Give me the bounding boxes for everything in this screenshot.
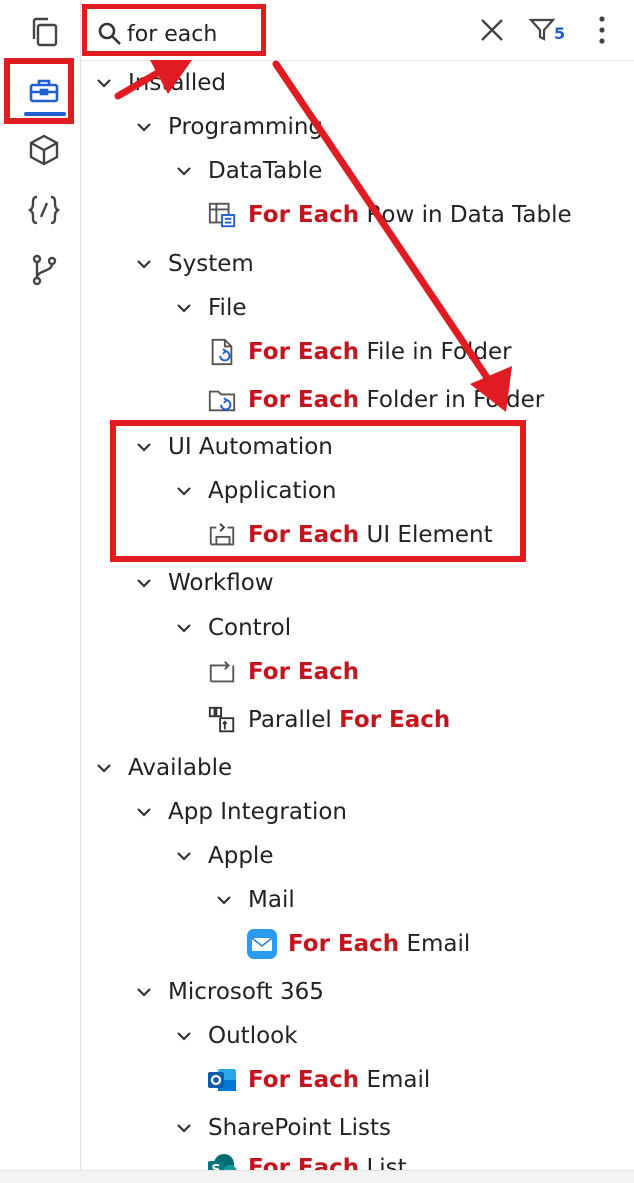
tree-node-control[interactable]: Control <box>174 608 291 648</box>
chevron-down-icon <box>94 758 114 778</box>
active-indicator <box>24 112 66 116</box>
tree-label: Mail <box>248 887 295 913</box>
activity-for-each-sharepoint-list[interactable]: S For Each List <box>206 1148 407 1170</box>
match-highlight: For Each <box>248 659 360 685</box>
sharepoint-icon: S <box>206 1152 238 1170</box>
activity-parallel-for-each[interactable]: Parallel For Each <box>206 700 450 740</box>
activity-for-each-outlook-email[interactable]: For Each Email <box>206 1060 430 1100</box>
tree-node-outlook[interactable]: Outlook <box>174 1016 298 1056</box>
tree-node-microsoft-365[interactable]: Microsoft 365 <box>134 972 324 1012</box>
tree-node-file[interactable]: File <box>174 288 247 328</box>
chevron-down-icon <box>174 846 194 866</box>
search-icon <box>98 22 121 45</box>
outlook-icon <box>206 1064 238 1096</box>
clear-search-button[interactable] <box>474 12 510 48</box>
activity-label: List <box>359 1155 407 1170</box>
activity-label: Row in Data Table <box>359 202 572 228</box>
tree-label: File <box>208 295 247 321</box>
file-loop-icon <box>206 336 238 368</box>
tree-label: App Integration <box>168 799 347 825</box>
tree-node-available[interactable]: Available <box>94 748 232 788</box>
tree-node-app-integration[interactable]: App Integration <box>134 792 347 832</box>
parallel-loop-icon <box>206 704 238 736</box>
loop-icon <box>206 656 238 688</box>
tree-label: Outlook <box>208 1023 298 1049</box>
folder-loop-icon <box>206 384 238 416</box>
search-input[interactable] <box>127 17 263 51</box>
chevron-down-icon <box>94 73 114 93</box>
match-highlight: For Each <box>339 707 451 733</box>
chevron-down-icon <box>174 161 194 181</box>
chevron-down-icon <box>134 117 154 137</box>
search-bar: 5 <box>80 0 634 61</box>
match-highlight: For Each <box>248 339 360 365</box>
tree-label: Apple <box>208 843 274 869</box>
filter-count-badge: 5 <box>554 24 566 43</box>
tree-node-datatable[interactable]: DataTable <box>174 151 322 191</box>
activity-rail <box>0 0 81 1170</box>
activity-for-each-file[interactable]: For Each File in Folder <box>206 332 512 372</box>
activity-for-each-row[interactable]: For Each Row in Data Table <box>206 195 572 235</box>
chevron-down-icon <box>134 982 154 1002</box>
tree-label: SharePoint Lists <box>208 1115 391 1141</box>
apple-mail-icon <box>246 928 278 960</box>
search-annotation-box <box>82 4 266 56</box>
tree-node-workflow[interactable]: Workflow <box>134 563 274 603</box>
chevron-down-icon <box>174 618 194 638</box>
code-braces-icon[interactable] <box>20 186 68 234</box>
activity-for-each[interactable]: For Each <box>206 652 359 692</box>
datatable-loop-icon <box>206 199 238 231</box>
chevron-down-icon <box>134 802 154 822</box>
activity-label: Email <box>359 1067 431 1093</box>
chevron-down-icon <box>134 254 154 274</box>
match-highlight: For Each <box>248 1155 360 1170</box>
tree-label: System <box>168 251 254 277</box>
tree-node-system[interactable]: System <box>134 244 254 284</box>
tree-node-apple[interactable]: Apple <box>174 836 273 876</box>
ui-automation-annotation-box <box>110 420 526 562</box>
match-highlight: For Each <box>248 1067 360 1093</box>
files-icon[interactable] <box>20 8 68 56</box>
tree-label: Available <box>128 755 233 781</box>
tree-node-sharepoint-lists[interactable]: SharePoint Lists <box>174 1108 391 1148</box>
package-icon[interactable] <box>20 126 68 174</box>
filter-icon <box>528 18 556 41</box>
activity-label: Folder in Folder <box>359 387 545 413</box>
chevron-down-icon <box>134 573 154 593</box>
tree-node-programming[interactable]: Programming <box>134 107 323 147</box>
activity-label: Parallel <box>248 707 340 733</box>
tree-label: Workflow <box>168 570 274 596</box>
chevron-down-icon <box>214 890 234 910</box>
tree-label: Installed <box>128 70 226 96</box>
activity-tree: Installed Programming DataTable For Each… <box>80 60 634 1170</box>
svg-text:S: S <box>211 1163 220 1170</box>
tree-label: Programming <box>168 114 324 140</box>
kebab-menu-icon <box>599 16 605 44</box>
chevron-down-icon <box>174 1118 194 1138</box>
tree-label: DataTable <box>208 158 323 184</box>
activity-label: Email <box>399 931 471 957</box>
toolbox-icon[interactable] <box>20 66 68 114</box>
more-options-button[interactable] <box>584 12 620 48</box>
tree-label: Control <box>208 615 292 641</box>
tree-label: Microsoft 365 <box>168 979 324 1005</box>
activity-for-each-folder[interactable]: For Each Folder in Folder <box>206 380 544 420</box>
close-icon <box>481 19 503 41</box>
chevron-down-icon <box>174 298 194 318</box>
bottom-scroll-strip <box>0 1170 634 1183</box>
activity-for-each-apple-email[interactable]: For Each Email <box>246 924 470 964</box>
tree-node-installed[interactable]: Installed <box>94 63 226 103</box>
filter-button[interactable]: 5 <box>528 12 574 48</box>
chevron-down-icon <box>174 1026 194 1046</box>
tree-node-mail[interactable]: Mail <box>214 880 295 920</box>
match-highlight: For Each <box>248 387 360 413</box>
match-highlight: For Each <box>288 931 400 957</box>
match-highlight: For Each <box>248 202 360 228</box>
git-branch-icon[interactable] <box>20 246 68 294</box>
activity-label: File in Folder <box>359 339 512 365</box>
